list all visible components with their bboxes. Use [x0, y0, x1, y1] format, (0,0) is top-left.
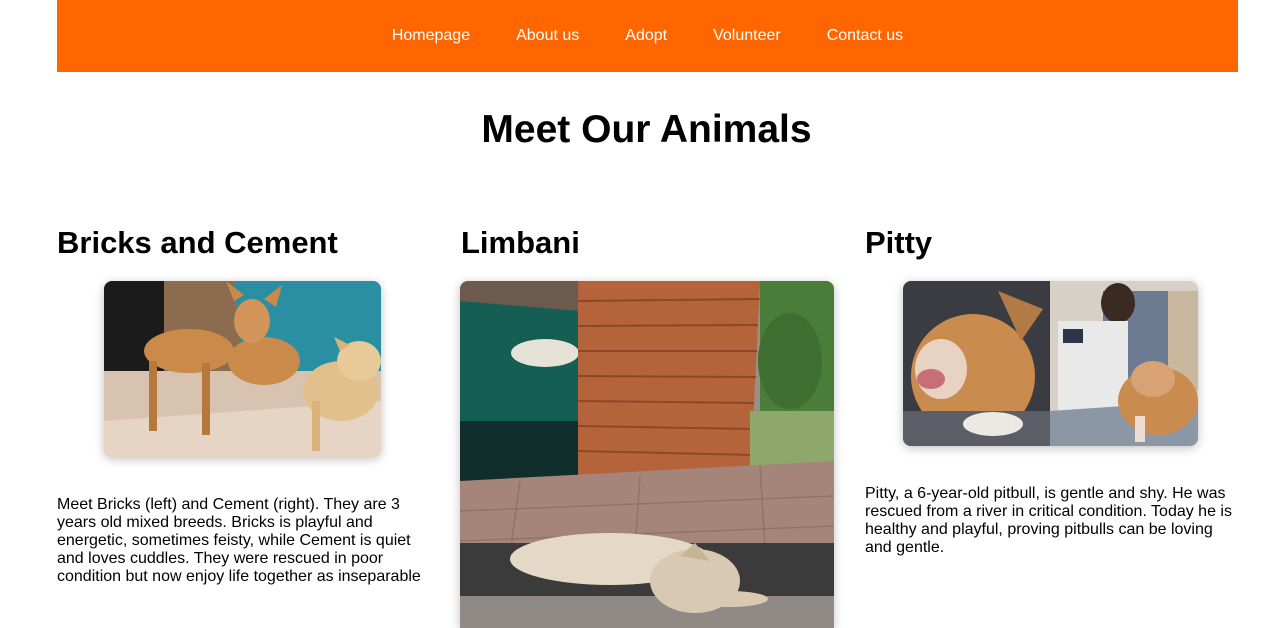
animal-card-limbani: Limbani	[461, 224, 834, 262]
animal-photo-bricks-cement	[104, 281, 381, 457]
animal-description: Pitty, a 6-year-old pitbull, is gentle a…	[865, 485, 1232, 556]
top-navbar: Homepage About us Adopt Volunteer Contac…	[57, 0, 1238, 72]
animal-photo-limbani	[460, 281, 834, 628]
animal-name: Bricks and Cement	[57, 225, 338, 260]
animal-description: Meet Bricks (left) and Cement (right). T…	[57, 496, 421, 585]
animal-card-bricks-cement: Bricks and Cement	[57, 224, 427, 262]
nav-about-link[interactable]: About us	[516, 27, 579, 45]
page-title: Meet Our Animals	[481, 108, 812, 151]
animal-name: Pitty	[865, 225, 933, 260]
nav-adopt-link[interactable]: Adopt	[625, 27, 667, 45]
animal-name: Limbani	[461, 225, 580, 260]
nav-volunteer-link[interactable]: Volunteer	[713, 27, 781, 45]
animal-photo-pitty	[903, 281, 1198, 446]
nav-homepage-link[interactable]: Homepage	[392, 27, 470, 45]
nav-contact-link[interactable]: Contact us	[827, 27, 903, 45]
animal-card-pitty: Pitty	[865, 224, 1235, 262]
